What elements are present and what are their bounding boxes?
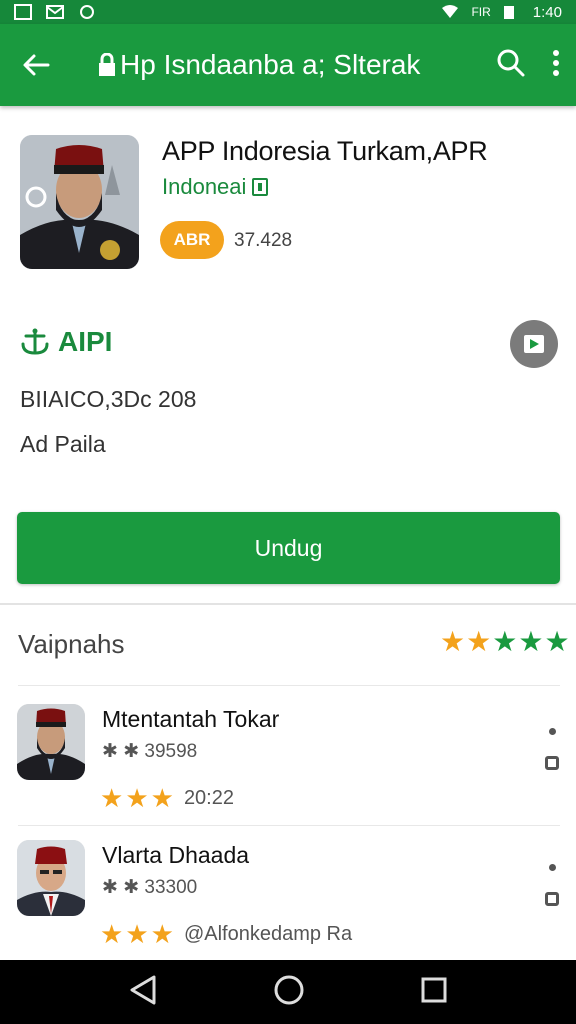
star-icon: ★	[125, 919, 149, 949]
nav-recents-icon	[421, 977, 447, 1002]
more-vertical-icon	[553, 49, 559, 76]
lock-icon	[99, 53, 115, 76]
section-divider	[0, 603, 576, 605]
reviewer-name: Vlarta Dhaada	[102, 842, 250, 868]
play-preview-button[interactable]	[510, 320, 558, 368]
reviewer-name: Mtentantah Tokar	[102, 706, 280, 732]
app-icon	[20, 135, 139, 269]
star-icon: ★	[492, 626, 518, 657]
rating-badge: ABR	[160, 221, 224, 259]
toolbar-title-text: Hp Isndaanba a; Slterak	[120, 49, 421, 80]
info-subdetail: Ad Paila	[20, 431, 106, 457]
more-icon	[548, 864, 556, 871]
mail-icon	[46, 4, 64, 20]
reviews-divider	[18, 685, 560, 686]
anchor-icon	[21, 328, 49, 355]
star-icon: ★	[125, 783, 149, 813]
developer-name: Indoneai	[162, 174, 247, 199]
toolbar-title: Hp Isndaanba a; Slterak	[98, 49, 420, 81]
review-item: Vlarta Dhaada ✱ ✱ 33300 ★ ★ ★ @Alfonkeda…	[0, 832, 576, 962]
nav-recents-button[interactable]	[420, 976, 448, 1009]
nav-back-button[interactable]	[128, 974, 158, 1011]
status-bar: FIR 1:40	[0, 0, 576, 24]
back-arrow-icon	[23, 54, 50, 76]
network-label: FIR	[471, 5, 491, 19]
battery-icon	[503, 4, 521, 20]
star-icon: ★	[100, 919, 124, 949]
star-icon: ★	[440, 626, 466, 657]
review-rating: ★ ★ ★ @Alfonkedamp Ra	[100, 920, 352, 948]
search-button[interactable]	[496, 48, 526, 83]
app-name: APP Indoresia Turkam,APR	[162, 136, 488, 166]
review-rating: ★ ★ ★ 20:22	[100, 784, 234, 812]
reviews-rating-stars: ★ ★ ★ ★ ★	[440, 627, 570, 657]
info-detail: BIIAICO,3Dc 208	[20, 386, 197, 412]
developer-link[interactable]: Indoneai	[162, 174, 269, 200]
verified-badge-icon	[252, 178, 269, 196]
app-toolbar: Hp Isndaanba a; Slterak	[0, 24, 576, 106]
star-icon: ★	[544, 626, 570, 657]
nav-home-button[interactable]	[273, 974, 305, 1011]
rating-count: 37.428	[234, 230, 293, 251]
review-menu-button[interactable]	[541, 864, 563, 906]
reviews-title: Vaipnahs	[18, 629, 125, 659]
star-icon: ★	[466, 626, 492, 657]
star-icon: ★	[100, 783, 124, 813]
nav-back-icon	[130, 975, 156, 1004]
star-icon: ★	[150, 919, 174, 949]
menu-icon	[545, 756, 559, 770]
overflow-menu-button[interactable]	[552, 49, 560, 82]
avatar	[17, 840, 85, 916]
review-meta: ✱ ✱ 39598	[102, 741, 198, 762]
nav-home-icon	[274, 975, 304, 1004]
avatar	[17, 704, 85, 780]
review-menu-button[interactable]	[541, 728, 563, 770]
review-date: 20:22	[183, 787, 234, 809]
info-section-label: AIPI	[20, 326, 112, 358]
review-meta: ✱ ✱ 33300	[102, 877, 198, 898]
review-date: @Alfonkedamp Ra	[183, 923, 353, 945]
star-icon: ★	[150, 783, 174, 813]
notification-icon	[14, 4, 32, 20]
clock: 1:40	[532, 3, 562, 21]
search-icon	[497, 49, 525, 76]
play-icon	[524, 335, 544, 353]
sync-icon	[78, 4, 96, 20]
system-nav-bar	[0, 960, 576, 1024]
review-item: Mtentantah Tokar ✱ ✱ 39598 ★ ★ ★ 20:22	[0, 696, 576, 826]
wifi-icon	[441, 4, 459, 20]
install-button[interactable]: Undug	[17, 512, 560, 584]
info-section-label-text: AIPI	[58, 326, 113, 357]
back-button[interactable]	[16, 45, 56, 85]
menu-icon	[545, 892, 559, 906]
reviews-divider	[18, 825, 560, 826]
more-icon	[548, 728, 556, 735]
star-icon: ★	[518, 626, 544, 657]
